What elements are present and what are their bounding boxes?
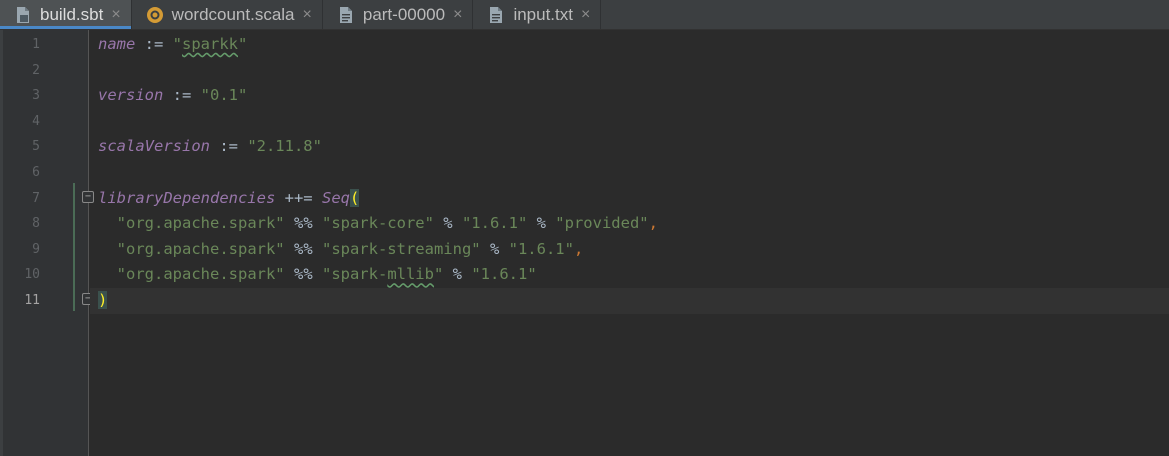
operator: ++= [275, 188, 322, 207]
identifier: version [98, 86, 164, 105]
tab-label: input.txt [513, 5, 573, 24]
code-line: "org.apache.spark" %% "spark-mllib" % "1… [98, 262, 1169, 288]
line-numbers: 1 2 3 4 5 6 7 8 9 10 11 [0, 32, 40, 314]
comma: , [573, 239, 584, 258]
identifier: libraryDependencies [98, 188, 276, 207]
operator: % [443, 265, 472, 284]
code-line: "org.apache.spark" %% "spark-core" % "1.… [98, 211, 1169, 237]
ide-window: build.sbt × wordcount.scala × part-00000… [0, 0, 1169, 456]
operator: %% [284, 265, 322, 284]
editor-gutter[interactable]: 1 2 3 4 5 6 7 8 9 10 11 − − [0, 30, 94, 456]
code-line: name := "sparkk" [98, 32, 1169, 58]
string-literal: " [433, 265, 444, 284]
line-number: 7 [32, 190, 40, 206]
line-number-current: 11 [24, 292, 40, 308]
operator: % [527, 214, 556, 233]
string-literal: "provided" [555, 214, 649, 233]
code-line: libraryDependencies ++= Seq( [98, 186, 1169, 212]
operator: %% [284, 214, 322, 233]
operator: %% [284, 239, 322, 258]
operator: % [433, 214, 462, 233]
string-literal: "0.1" [200, 86, 248, 105]
string-literal: "org.apache.spark" [116, 214, 285, 233]
string-quote: " [238, 35, 248, 53]
line-number: 10 [24, 267, 40, 283]
tab-part-00000[interactable]: part-00000 × [323, 0, 474, 29]
scala-object-icon [146, 6, 164, 24]
code-content[interactable]: name := "sparkk" version := "0.1" scalaV… [90, 32, 1169, 314]
operator: % [480, 239, 509, 258]
operator: := [209, 137, 248, 156]
close-icon[interactable]: × [581, 6, 590, 23]
spelling-squiggle[interactable]: sparkk [182, 35, 238, 53]
string-literal: "1.6.1" [508, 239, 574, 258]
line-number: 2 [32, 62, 40, 78]
text-file-icon [337, 6, 355, 24]
line-number: 9 [32, 241, 40, 257]
operator: := [163, 86, 201, 105]
close-icon[interactable]: × [303, 6, 312, 23]
string-literal: "spark-core" [321, 214, 434, 233]
matched-paren: ( [349, 188, 360, 207]
identifier: scalaVersion [98, 137, 210, 156]
string-literal: "1.6.1" [471, 265, 537, 284]
code-line: "org.apache.spark" %% "spark-streaming" … [98, 237, 1169, 263]
line-number: 6 [32, 164, 40, 180]
matched-paren: ) [98, 290, 108, 309]
string-literal: "org.apache.spark" [116, 265, 285, 284]
line-number: 5 [32, 139, 40, 155]
string-literal: "1.6.1" [461, 214, 528, 233]
line-number: 3 [32, 88, 40, 104]
function-name: Seq [321, 188, 350, 207]
code-line: scalaVersion := "2.11.8" [98, 134, 1169, 160]
tab-wordcount-scala[interactable]: wordcount.scala × [132, 0, 323, 29]
fold-collapse-icon[interactable]: − [82, 191, 94, 203]
vcs-change-marker[interactable] [73, 183, 75, 311]
tab-label: wordcount.scala [171, 5, 295, 24]
comma: , [648, 214, 658, 233]
tab-input-txt[interactable]: input.txt × [473, 0, 602, 29]
tab-build-sbt[interactable]: build.sbt × [0, 0, 132, 29]
operator: := [135, 35, 173, 53]
text-file-icon [487, 6, 505, 24]
string-literal: "spark- [321, 265, 388, 284]
line-number: 8 [32, 216, 40, 232]
line-number: 1 [32, 37, 40, 52]
tab-label: part-00000 [362, 5, 446, 24]
tab-label: build.sbt [40, 5, 104, 24]
string-literal: "org.apache.spark" [116, 239, 285, 258]
code-line-current: ) [90, 287, 1169, 314]
string-literal: "2.11.8" [247, 137, 322, 156]
close-icon[interactable]: × [453, 6, 462, 23]
editor-tab-bar: build.sbt × wordcount.scala × part-00000… [0, 0, 1169, 30]
sbt-file-icon [14, 6, 32, 24]
string-literal: "spark-streaming" [321, 239, 481, 258]
code-line: version := "0.1" [98, 83, 1169, 109]
spelling-squiggle[interactable]: mllib [387, 265, 434, 283]
code-editor[interactable]: 1 2 3 4 5 6 7 8 9 10 11 − − name := "spa… [0, 30, 1169, 456]
identifier: name [98, 35, 136, 53]
close-icon[interactable]: × [111, 6, 120, 23]
string-quote: " [172, 35, 182, 53]
line-number: 4 [32, 113, 40, 129]
